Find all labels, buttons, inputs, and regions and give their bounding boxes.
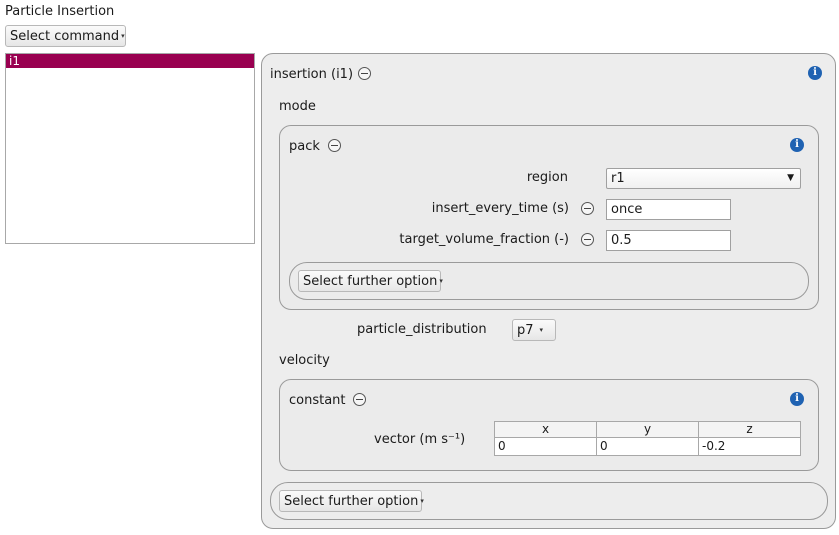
select-command-button[interactable]: Select command ▾: [5, 25, 126, 47]
vector-x-input[interactable]: 0: [494, 437, 597, 456]
pack-panel: pack i region r1 ▼ insert_every_time (s)…: [279, 125, 819, 310]
pack-select-further-option-button[interactable]: Select further option ▾: [298, 270, 443, 292]
vector-table: x y z 0 0 -0.2: [494, 421, 801, 456]
target-volume-fraction-label: target_volume_fraction (-): [399, 232, 569, 247]
insertion-title: insertion (i1): [270, 67, 354, 82]
vector-column-x: x: [494, 421, 597, 438]
insertion-select-further-option-label: Select further option: [284, 493, 419, 509]
chevron-down-icon: ▾: [539, 326, 544, 334]
target-volume-fraction-input[interactable]: 0.5: [606, 230, 731, 251]
insertion-list[interactable]: i1: [5, 53, 255, 244]
insert-every-time-label: insert_every_time (s): [431, 201, 569, 216]
chevron-down-icon: ▼: [787, 173, 794, 183]
vector-column-y: y: [596, 421, 699, 438]
vector-label: vector (m s⁻¹): [374, 432, 466, 447]
insertion-select-further-option-button[interactable]: Select further option ▾: [279, 490, 424, 512]
list-item[interactable]: i1: [6, 54, 254, 68]
constant-panel: constant i vector (m s⁻¹) x y z 0 0 -0.2: [279, 379, 819, 471]
particle-distribution-value: p7: [517, 322, 534, 338]
window-title: Particle Insertion: [5, 4, 115, 19]
particle-distribution-label: particle_distribution: [357, 322, 487, 337]
vector-y-input[interactable]: 0: [596, 437, 699, 456]
chevron-down-icon: ▾: [420, 497, 424, 505]
collapse-insertion-icon[interactable]: [358, 67, 371, 80]
constant-title: constant: [289, 393, 346, 408]
region-select[interactable]: r1 ▼: [606, 168, 801, 189]
remove-target-volume-fraction-icon[interactable]: [581, 233, 594, 246]
insert-every-time-input[interactable]: once: [606, 199, 731, 220]
region-value: r1: [611, 171, 625, 186]
remove-insert-every-time-icon[interactable]: [581, 202, 594, 215]
chevron-down-icon: ▾: [121, 32, 125, 40]
collapse-pack-icon[interactable]: [328, 139, 341, 152]
velocity-label: velocity: [279, 353, 330, 368]
insertion-further-option-area: Select further option ▾: [270, 482, 828, 520]
region-label: region: [526, 170, 568, 185]
info-icon[interactable]: i: [790, 392, 804, 406]
particle-distribution-select[interactable]: p7 ▾: [512, 319, 556, 341]
pack-further-option-area: Select further option ▾: [289, 262, 809, 300]
pack-title: pack: [289, 139, 320, 154]
pack-select-further-option-label: Select further option: [303, 273, 438, 289]
collapse-constant-icon[interactable]: [353, 393, 366, 406]
insertion-panel: insertion (i1) i mode pack i region r1 ▼…: [261, 53, 836, 529]
info-icon[interactable]: i: [790, 138, 804, 152]
select-command-label: Select command: [10, 28, 120, 44]
mode-label: mode: [279, 99, 316, 114]
vector-column-z: z: [698, 421, 801, 438]
vector-z-input[interactable]: -0.2: [698, 437, 801, 456]
info-icon[interactable]: i: [808, 66, 822, 80]
chevron-down-icon: ▾: [439, 277, 443, 285]
